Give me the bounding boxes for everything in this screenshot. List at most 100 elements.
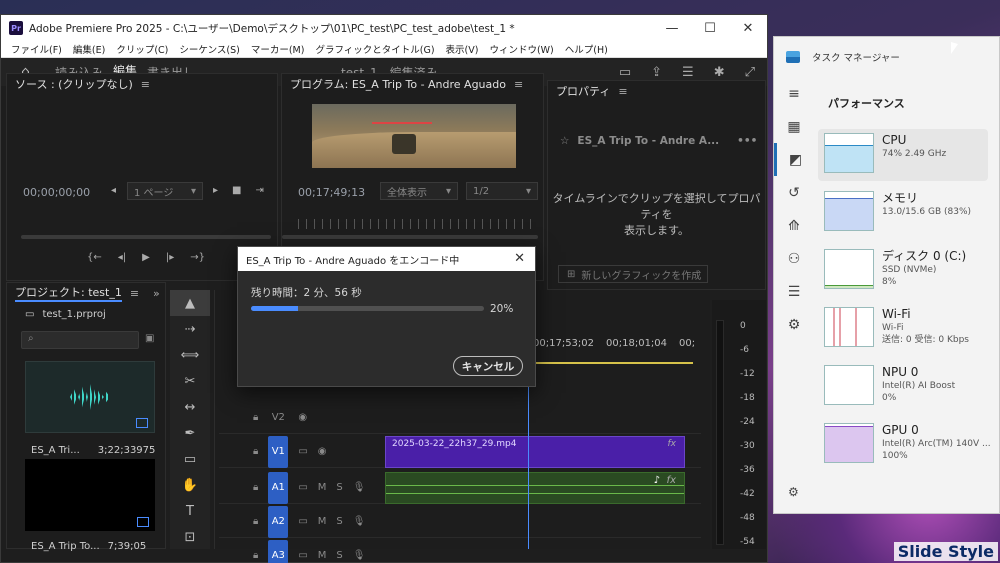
step-back-frame-icon[interactable]: ◂|: [118, 252, 126, 263]
menu-window[interactable]: ウィンドウ(W): [489, 42, 553, 56]
lock-icon[interactable]: 🔒︎: [253, 550, 258, 561]
hand-tool-icon[interactable]: ✋: [170, 472, 210, 498]
fit-dropdown[interactable]: 全体表示: [380, 182, 458, 200]
pen-tool-icon[interactable]: ✒: [170, 420, 210, 446]
cancel-button[interactable]: キャンセル: [453, 356, 523, 376]
panel-menu-icon[interactable]: ≡: [618, 85, 627, 98]
video-clip-v1[interactable]: 2025-03-22_22h37_29.mp4 fx: [385, 436, 685, 468]
progress-icon[interactable]: ☰: [682, 65, 694, 80]
sync-icon[interactable]: ▭: [298, 482, 307, 493]
menu-help[interactable]: ヘルプ(H): [565, 42, 608, 56]
project-panel-title[interactable]: プロジェクト: test_1: [15, 284, 122, 302]
mute-button[interactable]: M: [318, 516, 327, 527]
perf-item-npu[interactable]: NPU 0 Intel(R) AI Boost 0%: [818, 361, 988, 413]
menu-file[interactable]: ファイル(F): [11, 42, 62, 56]
mute-button[interactable]: M: [318, 550, 327, 561]
track-name[interactable]: A3: [268, 539, 289, 563]
visibility-icon[interactable]: ◉: [318, 446, 327, 457]
solo-button[interactable]: S: [336, 550, 342, 561]
mark-in-icon[interactable]: {←: [87, 252, 102, 263]
work-area-bar[interactable]: [533, 362, 693, 364]
program-ruler[interactable]: [298, 219, 536, 229]
search-help-icon[interactable]: ✱: [714, 65, 725, 80]
menu-edit[interactable]: 編集(E): [73, 42, 105, 56]
more-controls-icon[interactable]: ⇥: [255, 185, 263, 196]
play-icon[interactable]: ▶: [142, 252, 150, 263]
lock-icon[interactable]: 🔒︎: [253, 412, 258, 423]
source-timecode[interactable]: 00;00;00;00: [23, 186, 90, 199]
lock-icon[interactable]: 🔒︎: [253, 516, 258, 527]
project-search-input[interactable]: ⌕: [21, 331, 139, 349]
mic-icon[interactable]: 🎙︎: [353, 550, 366, 561]
source-scrubber[interactable]: [21, 235, 271, 239]
program-timecode[interactable]: 00;17;49;13: [298, 186, 365, 199]
menu-clip[interactable]: クリップ(C): [116, 42, 168, 56]
services-icon[interactable]: ⚙: [774, 308, 814, 341]
transcribe-tool-icon[interactable]: ⊡: [170, 524, 210, 550]
sync-icon[interactable]: ▭: [298, 550, 307, 561]
mark-out-icon[interactable]: →}: [190, 252, 205, 263]
panel-menu-icon[interactable]: ≡: [514, 78, 523, 91]
new-bin-icon[interactable]: ▣: [145, 333, 154, 344]
audio-clip-thumbnail[interactable]: [25, 361, 155, 433]
perf-item-cpu[interactable]: CPU 74% 2.49 GHz: [818, 129, 988, 181]
layout-icon[interactable]: ▭: [619, 65, 631, 80]
settings-gear-icon[interactable]: ⚙: [788, 485, 799, 499]
track-name[interactable]: V1: [268, 435, 289, 468]
page-dropdown[interactable]: 1 ページ: [127, 182, 203, 200]
more-options-icon[interactable]: •••: [737, 135, 757, 147]
close-button[interactable]: ✕: [729, 21, 767, 36]
panel-menu-icon[interactable]: ≡: [130, 287, 139, 300]
step-back-icon[interactable]: ◂: [111, 185, 116, 196]
step-forward-frame-icon[interactable]: |▸: [166, 252, 174, 263]
hamburger-icon[interactable]: ≡: [774, 77, 814, 110]
stop-icon[interactable]: ■: [232, 185, 241, 196]
sync-icon[interactable]: ▭: [298, 516, 307, 527]
fullscreen-icon[interactable]: ⤢: [745, 65, 755, 80]
perf-item-gpu[interactable]: GPU 0 Intel(R) Arc(TM) 140V ... 100%: [818, 419, 991, 471]
users-icon[interactable]: ⚇: [774, 242, 814, 275]
selection-tool-icon[interactable]: ▲: [170, 290, 210, 316]
details-icon[interactable]: ☰: [774, 275, 814, 308]
ripple-edit-tool-icon[interactable]: ⟺: [170, 342, 210, 368]
sync-icon[interactable]: ▭: [298, 446, 307, 457]
step-forward-icon[interactable]: ▸: [213, 185, 218, 196]
program-scrubber[interactable]: [282, 235, 538, 239]
slip-tool-icon[interactable]: ↔: [170, 394, 210, 420]
share-icon[interactable]: ⇪: [651, 65, 662, 80]
dialog-close-icon[interactable]: ✕: [514, 251, 525, 266]
timeline-ruler[interactable]: 00;17;53;02 00;18;01;04 00;: [533, 338, 695, 349]
rectangle-tool-icon[interactable]: ▭: [170, 446, 210, 472]
panel-menu-icon[interactable]: ≡: [141, 78, 150, 91]
visibility-icon[interactable]: ◉: [298, 412, 307, 423]
mic-icon[interactable]: 🎙︎: [353, 482, 366, 493]
track-select-tool-icon[interactable]: ⇢: [170, 316, 210, 342]
maximize-button[interactable]: ☐: [691, 21, 729, 36]
perf-item-memory[interactable]: メモリ 13.0/15.6 GB (83%): [818, 187, 988, 239]
audio-clip-label[interactable]: ES_A Tri... 3;22;33975: [31, 445, 155, 456]
track-name[interactable]: A1: [268, 471, 289, 504]
perf-item-wifi[interactable]: Wi-Fi Wi-Fi 送信: 0 受信: 0 Kbps: [818, 303, 988, 355]
sequence-clip-thumbnail[interactable]: [25, 459, 155, 531]
menu-sequence[interactable]: シーケンス(S): [179, 42, 239, 56]
track-name[interactable]: V2: [268, 402, 288, 434]
track-name[interactable]: A2: [268, 505, 289, 538]
sequence-clip-label[interactable]: ES_A Trip To... 7;39;05: [31, 541, 146, 552]
perf-item-disk[interactable]: ディスク 0 (C:) SSD (NVMe) 8%: [818, 245, 988, 297]
expand-panels-icon[interactable]: »: [153, 287, 160, 300]
lock-icon[interactable]: 🔒︎: [253, 446, 258, 457]
app-history-icon[interactable]: ↺: [774, 176, 814, 209]
new-graphic-button[interactable]: ⊞ 新しいグラフィックを作成: [558, 265, 708, 283]
menu-graphics[interactable]: グラフィックとタイトル(G): [315, 42, 434, 56]
type-tool-icon[interactable]: T: [170, 498, 210, 524]
mute-button[interactable]: M: [318, 482, 327, 493]
solo-button[interactable]: S: [336, 516, 342, 527]
startup-apps-icon[interactable]: ⟰: [774, 209, 814, 242]
razor-tool-icon[interactable]: ✂: [170, 368, 210, 394]
resolution-dropdown[interactable]: 1/2: [466, 182, 538, 200]
lock-icon[interactable]: 🔒︎: [253, 482, 258, 493]
performance-icon[interactable]: ◩: [774, 143, 814, 176]
processes-icon[interactable]: ▦: [774, 110, 814, 143]
menu-view[interactable]: 表示(V): [446, 42, 479, 56]
mic-icon[interactable]: 🎙︎: [353, 516, 366, 527]
